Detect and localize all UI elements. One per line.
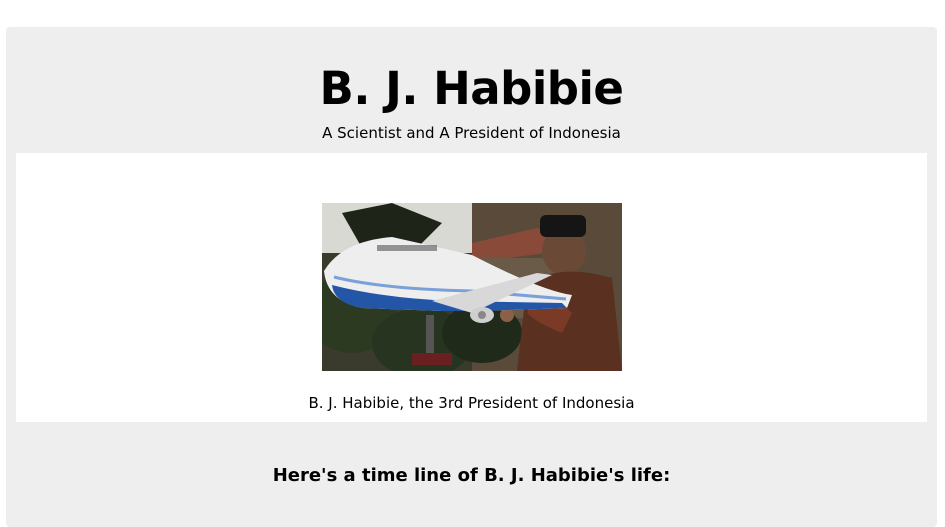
page-header: B. J. Habibie A Scientist and A Presiden… bbox=[6, 27, 937, 153]
image-panel: B. J. Habibie, the 3rd President of Indo… bbox=[16, 153, 927, 422]
page-title: B. J. Habibie bbox=[319, 62, 624, 115]
tribute-page: B. J. Habibie A Scientist and A Presiden… bbox=[6, 27, 937, 527]
timeline-heading: Here's a time line of B. J. Habibie's li… bbox=[272, 465, 671, 486]
page-subtitle: A Scientist and A President of Indonesia bbox=[322, 124, 621, 142]
photo-caption: B. J. Habibie, the 3rd President of Indo… bbox=[308, 394, 635, 412]
habibie-photo bbox=[322, 203, 622, 371]
